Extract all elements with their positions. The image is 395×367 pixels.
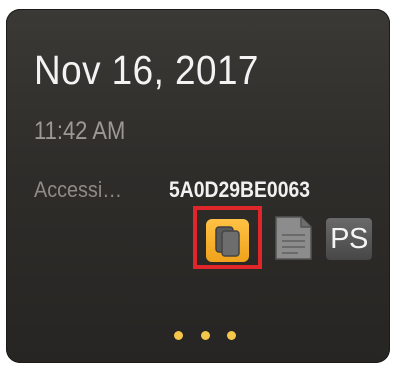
pager-dot [201,331,210,340]
study-date: Nov 16, 2017 [34,47,259,93]
pager-dot [227,331,236,340]
study-time: 11:42 AM [34,117,126,145]
study-card[interactable]: Nov 16, 2017 11:42 AM Accessi… 5A0D29BE0… [6,9,390,363]
accession-number: 5A0D29BE0063 [169,177,311,202]
ps-button[interactable]: PS [325,217,373,261]
accession-label: Accessi… [34,177,123,202]
stacked-copies-icon [206,219,249,262]
more-options-dots[interactable] [174,331,244,345]
stack-button[interactable] [193,206,262,269]
pager-dot [174,331,183,340]
document-icon[interactable] [273,215,315,261]
